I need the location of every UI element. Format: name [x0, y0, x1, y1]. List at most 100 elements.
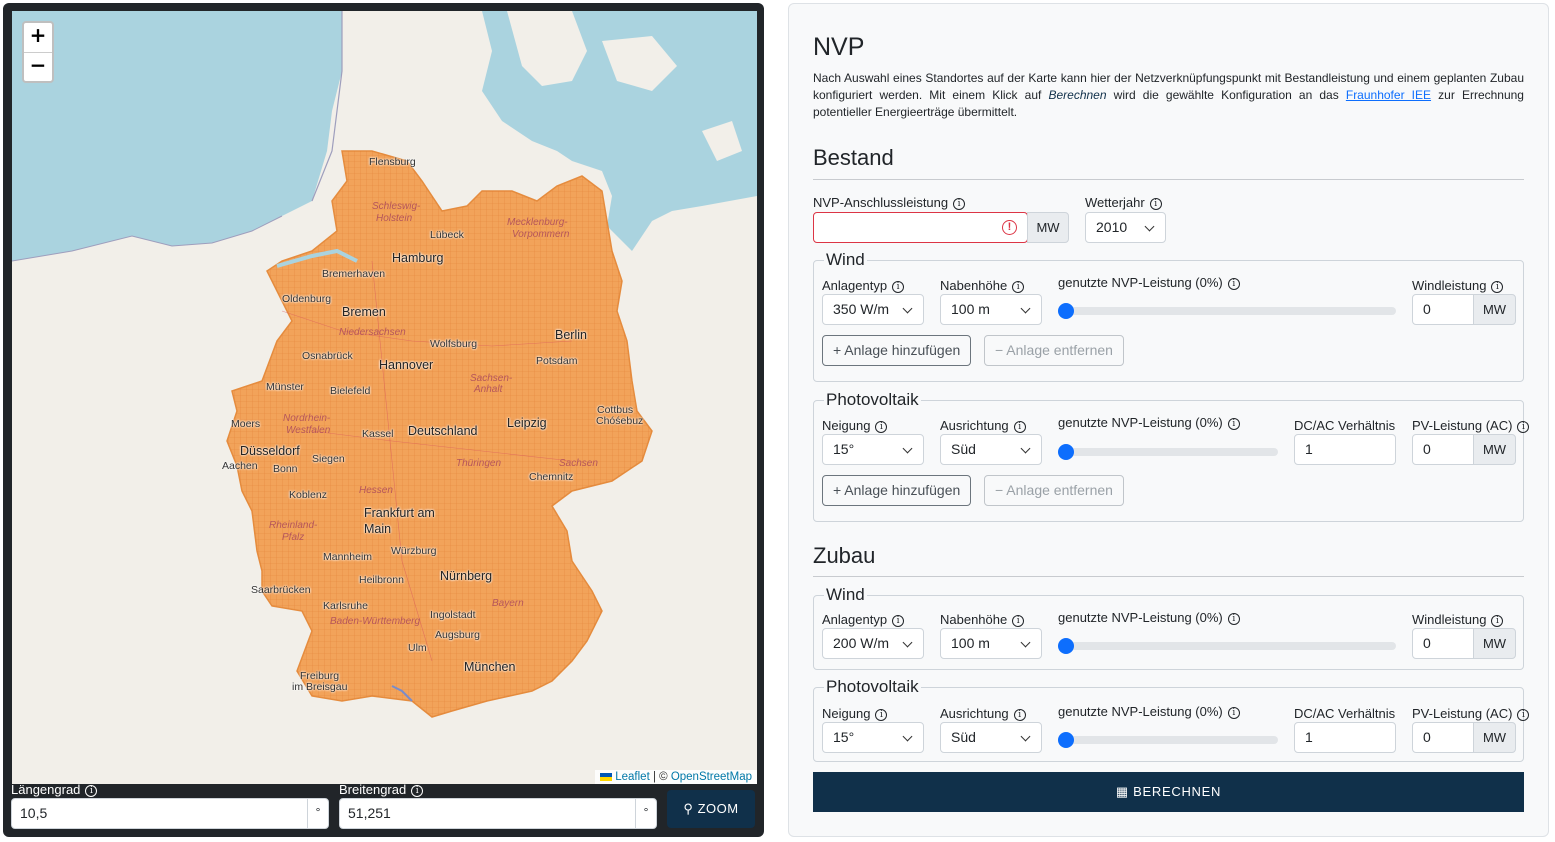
- fraunhofer-link[interactable]: Fraunhofer IEE: [1346, 88, 1431, 102]
- dcac-input[interactable]: 1: [1294, 434, 1396, 465]
- slider-thumb[interactable]: [1058, 732, 1074, 748]
- info-icon[interactable]: i: [892, 280, 905, 293]
- info-icon[interactable]: i: [1227, 417, 1240, 430]
- nabenhoehe-label: Nabenhöhe i: [940, 612, 1025, 627]
- berechnen-label: BERECHNEN: [1133, 784, 1222, 799]
- map-label-bonn: Bonn: [273, 463, 298, 475]
- chevron-down-icon: [1020, 303, 1031, 314]
- info-icon[interactable]: i: [1013, 420, 1026, 433]
- config-panel: NVP Nach Auswahl eines Standortes auf de…: [788, 3, 1549, 837]
- bestand-wind-legend: Wind: [824, 250, 867, 270]
- plus-icon: +: [833, 342, 845, 358]
- map-label-bremen: Bremen: [342, 305, 386, 319]
- nabenhoehe-select[interactable]: 100 m: [940, 294, 1042, 325]
- map-label-hessen: Hessen: [359, 485, 393, 496]
- osm-link[interactable]: OpenStreetMap: [671, 771, 752, 783]
- info-icon[interactable]: i: [411, 784, 424, 797]
- info-icon[interactable]: i: [1517, 708, 1530, 721]
- zoom-out-button[interactable]: −: [24, 52, 52, 81]
- leaflet-link[interactable]: Leaflet: [615, 771, 650, 783]
- map-label-mecklenburg: Mecklenburg-: [507, 217, 568, 228]
- info-icon[interactable]: i: [85, 784, 98, 797]
- zoom-to-coords-button[interactable]: ⚲ ZOOM: [667, 790, 755, 828]
- dcac-input[interactable]: 1: [1294, 722, 1396, 753]
- map-label-saarbruecken: Saarbrücken: [251, 584, 311, 596]
- berechnen-button[interactable]: ▦ BERECHNEN: [813, 772, 1524, 812]
- zoom-in-button[interactable]: +: [24, 23, 52, 52]
- info-icon[interactable]: i: [1491, 280, 1504, 293]
- map-label-thueringen: Thüringen: [456, 458, 502, 469]
- minus-icon: −: [995, 342, 1007, 358]
- intro-text: Nach Auswahl eines Standortes auf der Ka…: [813, 71, 1524, 119]
- anlagentyp-select[interactable]: 350 W/m: [822, 294, 924, 325]
- info-icon[interactable]: i: [1517, 420, 1530, 433]
- info-icon[interactable]: i: [1227, 612, 1240, 625]
- ausrichtung-label: Ausrichtung i: [940, 706, 1026, 721]
- chevron-down-icon: [902, 637, 913, 648]
- info-icon[interactable]: i: [1149, 197, 1162, 210]
- pv-leistung-input[interactable]: 0: [1412, 722, 1474, 753]
- pv-leistung-input[interactable]: 0: [1412, 434, 1474, 465]
- pv-leistung-unit: MW: [1473, 722, 1516, 753]
- pv-leistung-label: PV-Leistung (AC) i: [1412, 706, 1530, 721]
- remove-anlage-button[interactable]: − Anlage entfernen: [984, 335, 1124, 366]
- info-icon[interactable]: i: [1012, 280, 1025, 293]
- info-icon[interactable]: i: [1013, 708, 1026, 721]
- info-icon[interactable]: i: [1491, 614, 1504, 627]
- neigung-select[interactable]: 15°: [822, 434, 924, 465]
- latitude-label: Breitengrad i: [339, 782, 424, 797]
- info-icon[interactable]: i: [1227, 277, 1240, 290]
- info-icon[interactable]: i: [1012, 614, 1025, 627]
- longitude-input[interactable]: 10,5: [11, 798, 308, 829]
- nabenhoehe-select[interactable]: 100 m: [940, 628, 1042, 659]
- ausrichtung-select[interactable]: Süd: [940, 722, 1042, 753]
- info-icon[interactable]: i: [1227, 706, 1240, 719]
- add-anlage-button[interactable]: + Anlage hinzufügen: [822, 475, 972, 506]
- map-label-rlp2: Pfalz: [282, 532, 305, 543]
- slider-thumb[interactable]: [1058, 444, 1074, 460]
- info-icon[interactable]: i: [875, 708, 888, 721]
- nvp-leistung-slider[interactable]: [1058, 736, 1278, 744]
- map[interactable]: Flensburg Schleswig- Holstein Lübeck Mecklen…: [12, 11, 757, 784]
- info-icon[interactable]: i: [875, 420, 888, 433]
- divider: [813, 179, 1524, 180]
- anschlussleistung-input[interactable]: !: [813, 212, 1028, 243]
- map-label-sachsen_anhalt2: Anhalt: [474, 384, 503, 395]
- neigung-select[interactable]: 15°: [822, 722, 924, 753]
- map-label-chemnitz: Chemnitz: [529, 471, 574, 483]
- map-label-sachsen_anhalt1: Sachsen-: [470, 373, 513, 384]
- info-icon[interactable]: i: [892, 614, 905, 627]
- nvp-leistung-label: genutzte NVP-Leistung (0%) i: [1058, 704, 1240, 719]
- map-label-duesseldorf: Düsseldorf: [240, 444, 300, 458]
- anschlussleistung-unit: MW: [1027, 212, 1069, 243]
- nvp-leistung-slider[interactable]: [1058, 642, 1396, 650]
- map-label-nrw2: Westfalen: [286, 425, 331, 436]
- anlagentyp-select[interactable]: 200 W/m: [822, 628, 924, 659]
- add-anlage-button[interactable]: + Anlage hinzufügen: [822, 335, 972, 366]
- nvp-leistung-slider[interactable]: [1058, 307, 1396, 315]
- windleistung-input[interactable]: 0: [1412, 628, 1474, 659]
- remove-anlage-button[interactable]: − Anlage entfernen: [984, 475, 1124, 506]
- map-label-oldenburg: Oldenburg: [282, 293, 332, 305]
- ausrichtung-label: Ausrichtung i: [940, 418, 1026, 433]
- slider-thumb[interactable]: [1058, 638, 1074, 654]
- longitude-label: Längengrad i: [11, 782, 98, 797]
- search-icon: ⚲: [683, 801, 694, 816]
- map-label-siegen: Siegen: [312, 453, 345, 465]
- section-title-bestand: Bestand: [813, 145, 894, 170]
- windleistung-label: Windleistung i: [1412, 278, 1504, 293]
- calculator-icon: ▦: [1115, 784, 1129, 799]
- info-icon[interactable]: i: [953, 197, 966, 210]
- map-label-nuernberg: Nürnberg: [440, 569, 493, 583]
- nvp-leistung-slider[interactable]: [1058, 448, 1278, 456]
- anschlussleistung-label: NVP-Anschlussleistung i: [813, 195, 966, 210]
- windleistung-input[interactable]: 0: [1412, 294, 1474, 325]
- slider-thumb[interactable]: [1058, 303, 1074, 319]
- wetterjahr-select[interactable]: 2010: [1085, 212, 1166, 243]
- map-label-deutschland: Deutschland: [408, 424, 478, 438]
- pv-leistung-unit: MW: [1473, 434, 1516, 465]
- ausrichtung-select[interactable]: Süd: [940, 434, 1042, 465]
- latitude-input[interactable]: 51,251: [339, 798, 636, 829]
- map-label-wuerzburg: Würzburg: [391, 545, 437, 557]
- chevron-down-icon: [1020, 443, 1031, 454]
